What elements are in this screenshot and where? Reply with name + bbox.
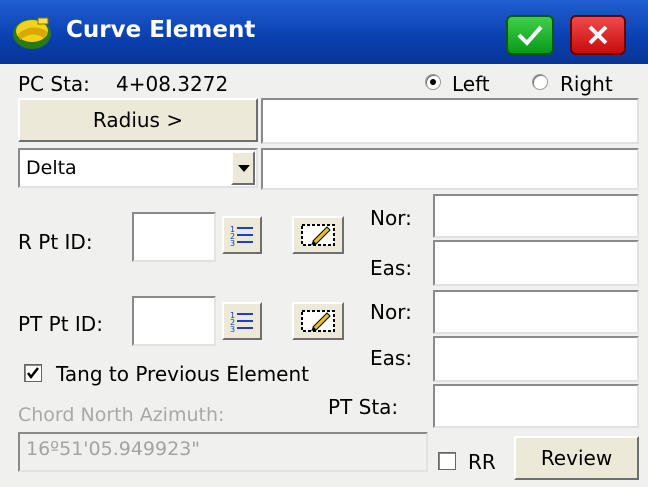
review-button[interactable]: Review (514, 436, 639, 480)
right-radio[interactable] (532, 74, 548, 90)
pt-northing-input[interactable] (433, 290, 639, 334)
list-icon: 1 2 3 (230, 311, 253, 333)
svg-text:3: 3 (230, 239, 235, 247)
dropdown-arrow-icon (238, 165, 250, 172)
left-radio[interactable] (425, 74, 441, 90)
pt-pt-id-input[interactable] (132, 296, 216, 346)
rr-label[interactable]: RR (468, 450, 496, 474)
r-easting-input[interactable] (433, 240, 639, 286)
r-nor-label: Nor: (370, 206, 412, 230)
survey-logo-icon (10, 14, 56, 52)
pt-sta-label: PT Sta: (328, 395, 399, 419)
right-radio-label[interactable]: Right (560, 72, 613, 96)
pt-nor-label: Nor: (370, 300, 412, 324)
cancel-button[interactable] (570, 15, 626, 55)
tang-label[interactable]: Tang to Previous Element (56, 362, 309, 386)
curve-param-input[interactable] (261, 148, 639, 190)
rr-checkbox[interactable] (438, 452, 456, 470)
checkmark-icon (517, 25, 543, 46)
pt-pt-list-button[interactable]: 1 2 3 (222, 302, 262, 340)
r-pt-id-label: R Pt ID: (18, 230, 93, 254)
svg-text:3: 3 (230, 325, 235, 333)
checkmark-icon (27, 367, 39, 380)
pc-sta-value: 4+08.3272 (116, 72, 229, 96)
map-pick-icon (301, 224, 335, 246)
radius-input[interactable] (261, 98, 639, 144)
chord-azimuth-value: 16º51'05.949923" (18, 432, 428, 472)
ok-button[interactable] (506, 15, 554, 55)
dropdown-arrow-button[interactable] (231, 151, 255, 185)
pt-sta-input[interactable] (433, 384, 639, 428)
r-pt-map-button[interactable] (292, 216, 344, 254)
tang-checkbox[interactable] (24, 364, 42, 382)
left-radio-label[interactable]: Left (452, 72, 490, 96)
r-eas-label: Eas: (370, 256, 413, 280)
chord-azimuth-label: Chord North Azimuth: (18, 404, 225, 426)
map-pick-icon (301, 310, 335, 332)
list-icon: 1 2 3 (230, 225, 253, 247)
r-pt-list-button[interactable]: 1 2 3 (222, 216, 262, 254)
pt-pt-map-button[interactable] (292, 302, 344, 340)
pt-easting-input[interactable] (433, 336, 639, 382)
window-title: Curve Element (66, 17, 256, 43)
pt-pt-id-label: PT Pt ID: (18, 312, 103, 336)
pc-sta-label: PC Sta: (18, 72, 90, 96)
curve-param-select[interactable]: Delta (18, 148, 258, 188)
pt-eas-label: Eas: (370, 346, 413, 370)
radius-button[interactable]: Radius > (18, 98, 258, 142)
curve-param-selected: Delta (26, 157, 77, 179)
close-icon (588, 25, 608, 45)
r-northing-input[interactable] (433, 194, 639, 238)
r-pt-id-input[interactable] (132, 212, 216, 262)
